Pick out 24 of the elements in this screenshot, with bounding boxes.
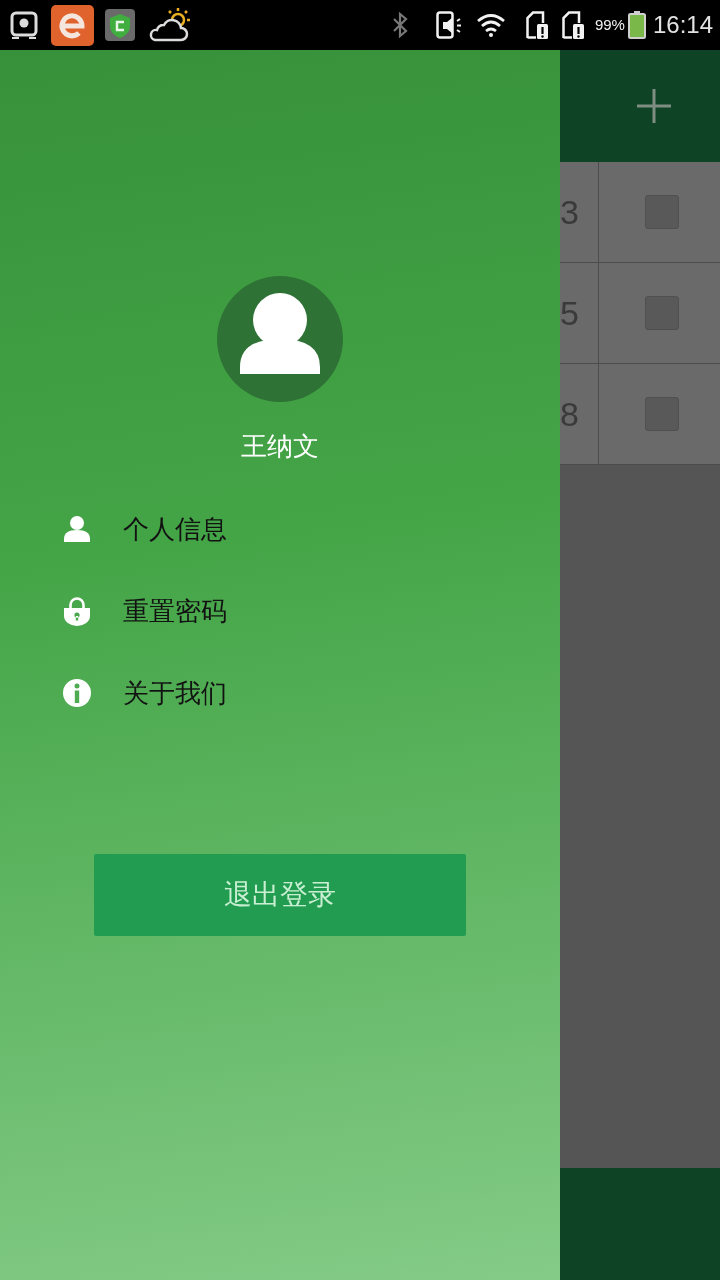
app-tile-icon bbox=[51, 4, 94, 46]
sim-alert-icon bbox=[561, 11, 584, 39]
wifi-icon bbox=[475, 13, 506, 37]
battery-percentage: 99% bbox=[594, 16, 625, 34]
lock-icon bbox=[63, 595, 91, 627]
menu-item[interactable]: 个人信息 bbox=[0, 488, 560, 570]
user-name: 王纳文 bbox=[241, 430, 319, 462]
checkbox[interactable] bbox=[644, 296, 679, 330]
person-icon bbox=[63, 515, 91, 543]
shield-tile-icon bbox=[105, 9, 135, 41]
phone-speaker-icon bbox=[435, 11, 464, 39]
weather-icon bbox=[147, 7, 191, 43]
battery-icon bbox=[627, 11, 646, 39]
menu-item[interactable]: 重置密码 bbox=[0, 570, 560, 652]
menu-item[interactable]: 关于我们 bbox=[0, 652, 560, 734]
clock: 16:14 bbox=[652, 11, 713, 39]
checkbox[interactable] bbox=[644, 195, 679, 229]
sim-alert-icon bbox=[525, 11, 548, 39]
bluetooth-icon bbox=[390, 12, 409, 38]
camera-icon bbox=[10, 10, 38, 40]
add-icon[interactable] bbox=[637, 89, 671, 123]
checkbox[interactable] bbox=[644, 397, 679, 431]
avatar-icon bbox=[217, 276, 343, 402]
info-icon bbox=[63, 679, 91, 707]
